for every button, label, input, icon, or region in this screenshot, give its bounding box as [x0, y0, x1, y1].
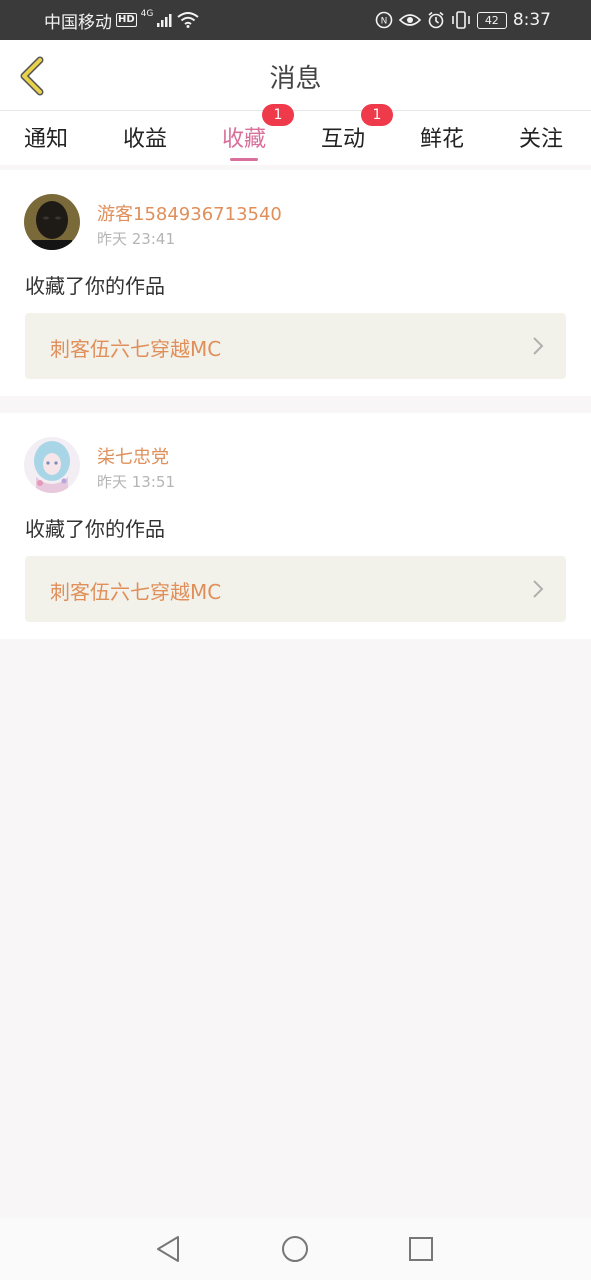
circle-home-icon: [282, 1236, 308, 1262]
work-title: 刺客伍六七穿越MC: [50, 337, 222, 361]
username[interactable]: 柒七忠党: [97, 443, 169, 469]
unread-badge: 1: [262, 104, 295, 126]
clock-label: 8:37: [512, 10, 551, 30]
username[interactable]: 游客1584936713540: [97, 200, 282, 226]
page-title: 消息: [269, 64, 322, 94]
square-recents-icon: [409, 1237, 433, 1261]
status-bar: 中国移动 HD 4G N 42 8:37: [0, 0, 591, 40]
eye-comfort-icon: [398, 14, 421, 26]
nav-recents-button[interactable]: [406, 1234, 436, 1264]
header: 消息: [0, 40, 591, 111]
nav-back-button[interactable]: [154, 1234, 184, 1264]
tab-interactions[interactable]: 互动 1: [321, 104, 394, 153]
avatar[interactable]: [24, 437, 80, 493]
work-link[interactable]: 刺客伍六七穿越MC: [25, 313, 566, 379]
chevron-right-icon: [533, 580, 544, 598]
active-tab-indicator: [230, 158, 259, 161]
network-type-label: 4G: [140, 9, 154, 19]
timestamp: 昨天 23:41: [97, 230, 175, 248]
triangle-back-icon: [157, 1236, 179, 1262]
work-title: 刺客伍六七穿越MC: [50, 580, 222, 604]
tab-label: 收藏: [222, 127, 267, 152]
action-text: 收藏了你的作品: [25, 274, 165, 298]
carrier-label: 中国移动: [44, 12, 112, 33]
tab-label: 收益: [123, 127, 168, 152]
tab-earnings[interactable]: 收益: [123, 121, 167, 153]
nav-home-button[interactable]: [280, 1234, 310, 1264]
system-nav-bar: [0, 1218, 591, 1280]
wifi-icon: [177, 12, 199, 28]
battery-icon: 42: [476, 11, 507, 29]
tab-notifications[interactable]: 通知: [24, 121, 68, 153]
vibrate-icon: [452, 11, 470, 29]
alarm-icon: [428, 11, 444, 29]
work-link[interactable]: 刺客伍六七穿越MC: [25, 556, 566, 622]
tab-label: 鲜花: [420, 127, 465, 152]
chevron-right-icon: [533, 337, 544, 355]
data-saver-icon: N: [375, 11, 393, 29]
tab-label: 通知: [24, 127, 69, 152]
tab-favorites[interactable]: 收藏 1: [222, 104, 295, 161]
timestamp: 昨天 13:51: [97, 473, 175, 491]
action-text: 收藏了你的作品: [25, 517, 165, 541]
svg-text:N: N: [380, 17, 387, 27]
message-card: 游客1584936713540 昨天 23:41 收藏了你的作品 刺客伍六七穿越…: [0, 170, 591, 396]
tab-label: 关注: [519, 127, 564, 152]
hd-icon: HD: [116, 13, 137, 27]
unread-badge: 1: [361, 104, 394, 126]
tab-bar: 通知 收益 收藏 1 互动 1 鲜花 关注: [0, 104, 591, 165]
message-card: 柒七忠党 昨天 13:51 收藏了你的作品 刺客伍六七穿越MC: [0, 413, 591, 639]
signal-icon: [157, 14, 172, 27]
tab-flowers[interactable]: 鲜花: [420, 121, 464, 153]
avatar[interactable]: [24, 194, 80, 250]
tab-following[interactable]: 关注: [519, 121, 563, 153]
tab-label: 互动: [321, 127, 366, 152]
